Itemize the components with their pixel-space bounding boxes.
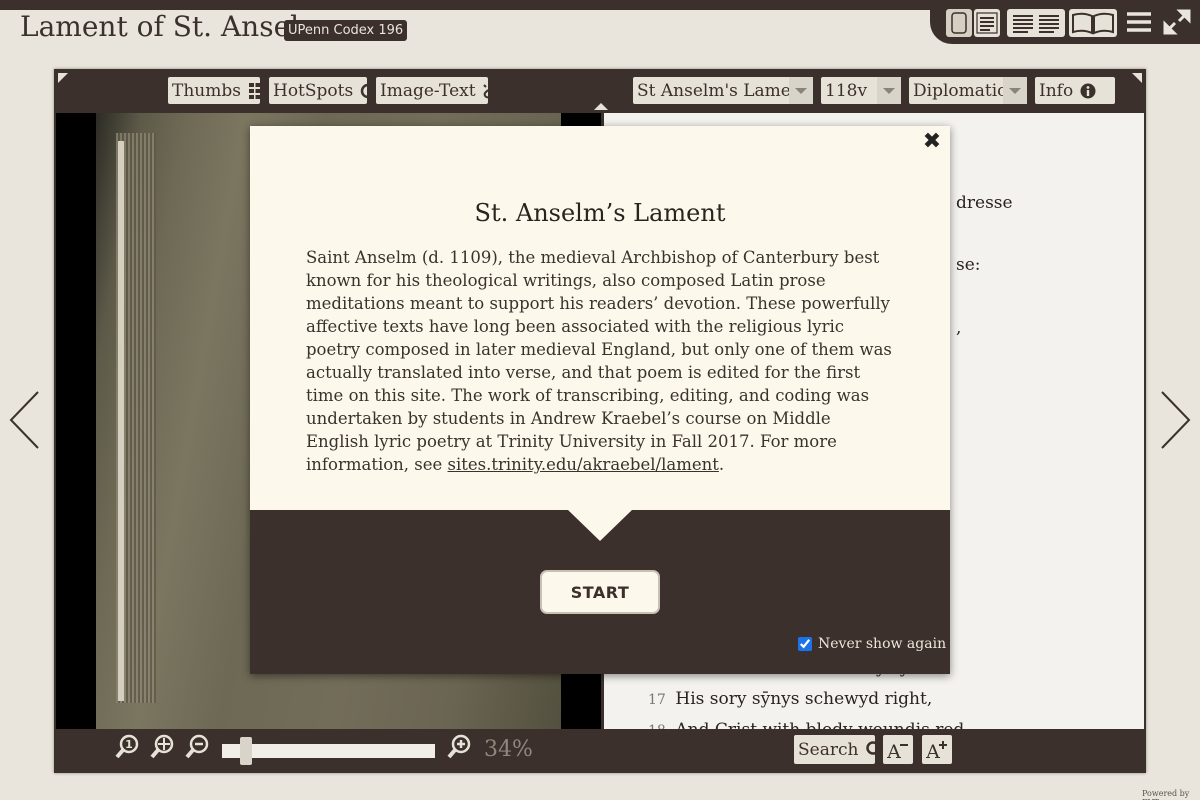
never-show-again-label: Never show again [818, 636, 947, 652]
zoom-percent: 34% [484, 737, 533, 762]
hotspots-button[interactable]: HotSpots [269, 77, 367, 104]
close-icon[interactable]: ✖ [920, 130, 944, 154]
dialog-body: Saint Anselm (d. 1109), the medieval Arc… [306, 246, 896, 476]
previous-page-arrow-icon[interactable] [8, 390, 40, 450]
zoom-slider-handle[interactable] [240, 737, 252, 765]
link-suffix: . [718, 455, 725, 474]
next-page-arrow-icon[interactable] [1160, 390, 1192, 450]
text-line: 17 His sory sȳnys schewyd right, [648, 689, 932, 709]
two-column-text-icon [1013, 15, 1059, 33]
image-text-link-button[interactable]: Image-Text [376, 77, 488, 104]
text-view-button[interactable] [974, 9, 1000, 37]
page-title: Lament of St. Anselm [20, 10, 326, 43]
zoom-slider-track[interactable] [222, 744, 435, 758]
never-show-again-option[interactable]: Never show again [798, 636, 946, 652]
start-button[interactable]: START [540, 570, 660, 614]
font-smaller-icon: A [886, 741, 908, 761]
chevron-down-icon [1003, 77, 1027, 104]
open-book-icon [1072, 12, 1114, 35]
unlink-icon [482, 83, 488, 98]
text-select-value: St Anselm's Lament [637, 80, 809, 101]
more-info-link[interactable]: sites.trinity.edu/akraebel/lament [448, 455, 719, 474]
dialog-title: St. Anselm’s Lament [474, 199, 726, 227]
thumbs-label: Thumbs [172, 80, 241, 101]
thumbs-button[interactable]: Thumbs [168, 77, 260, 104]
search-label: Search [798, 739, 859, 760]
text-fragment: dresse [956, 193, 1013, 213]
text-text-view-button[interactable] [1007, 9, 1065, 37]
font-increase-button[interactable]: A [922, 735, 952, 764]
powered-by-credit: Powered by EVT [1142, 789, 1190, 800]
zoom-reset-icon[interactable]: 1 [114, 733, 142, 761]
svg-text:1: 1 [125, 738, 133, 751]
info-icon [1080, 83, 1096, 98]
svg-text:A: A [886, 741, 901, 761]
search-button[interactable]: Search [794, 735, 875, 764]
line-number: 18 [648, 723, 670, 729]
info-button[interactable]: Info [1035, 77, 1115, 104]
zoom-out-icon[interactable] [184, 733, 212, 761]
text-lines-icon [976, 12, 998, 34]
never-show-again-checkbox[interactable] [798, 637, 812, 651]
page-select-value: 118v [825, 80, 868, 101]
hamburger-menu-icon[interactable] [1125, 9, 1155, 37]
right-corner-toggle[interactable] [1132, 73, 1142, 83]
edition-select[interactable]: Diplomatic [909, 77, 1027, 104]
page-select[interactable]: 118v [821, 77, 901, 104]
line-text: And Crist with blody woundis red [675, 720, 964, 729]
codex-badge: UPenn Codex 196 [284, 20, 408, 41]
text-fragment: se: [956, 255, 981, 275]
text-fragment: , [956, 318, 962, 338]
welcome-dialog: ✖ St. Anselm’s Lament Saint Anselm (d. 1… [250, 126, 950, 674]
zoom-in-icon[interactable] [446, 733, 474, 761]
dialog-notch [568, 510, 632, 541]
single-page-icon [951, 12, 967, 34]
line-number: 17 [648, 692, 666, 708]
chevron-down-icon [789, 77, 813, 104]
font-larger-icon: A [925, 740, 947, 761]
svg-text:A: A [925, 741, 940, 761]
image-text-label: Image-Text [380, 80, 476, 101]
text-select[interactable]: St Anselm's Lament [633, 77, 813, 104]
left-corner-toggle[interactable] [58, 73, 68, 83]
info-label: Info [1039, 80, 1074, 101]
collapse-toolbar-arrow[interactable] [594, 103, 608, 110]
hotspots-label: HotSpots [273, 80, 354, 101]
search-icon [866, 740, 875, 755]
chevron-down-icon [877, 77, 901, 104]
fullscreen-expand-icon[interactable] [1163, 9, 1193, 37]
edition-select-value: Diplomatic [913, 80, 1007, 101]
circle-icon [360, 83, 367, 98]
grid-icon [248, 82, 260, 99]
image-text-view-button[interactable] [946, 9, 972, 37]
dialog-body-text: Saint Anselm (d. 1109), the medieval Arc… [306, 248, 892, 474]
zoom-fit-icon[interactable] [149, 733, 177, 761]
font-decrease-button[interactable]: A [883, 735, 913, 764]
book-edge [118, 141, 124, 701]
book-reader-button[interactable] [1069, 9, 1117, 37]
line-text: His sory sȳnys schewyd right, [675, 689, 933, 709]
text-line: 18 And Crist with blody woundis red [648, 720, 964, 729]
